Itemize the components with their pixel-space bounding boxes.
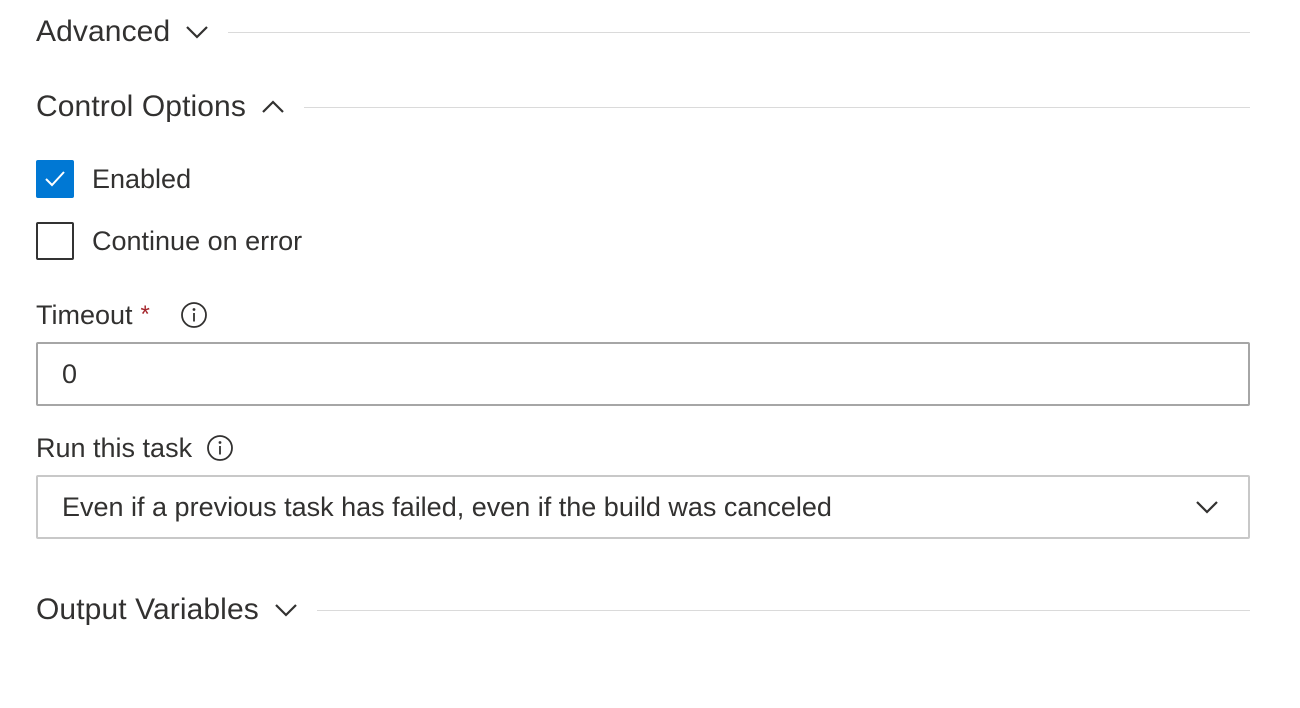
info-icon[interactable]	[206, 434, 234, 462]
advanced-section-header[interactable]: Advanced	[36, 12, 1250, 52]
advanced-section-title: Advanced	[36, 15, 171, 48]
info-icon[interactable]	[180, 301, 208, 329]
timeout-label-row: Timeout *	[36, 297, 208, 333]
checkmark-icon	[45, 171, 65, 187]
timeout-label: Timeout	[36, 299, 133, 330]
continue-on-error-checkbox-row[interactable]: Continue on error	[36, 222, 302, 260]
run-this-task-label: Run this task	[36, 432, 193, 463]
advanced-section-divider	[228, 31, 1250, 33]
output-variables-section-title: Output Variables	[36, 593, 259, 626]
required-marker: *	[140, 301, 150, 328]
enabled-checkbox[interactable]	[36, 160, 74, 198]
control-options-panel: Advanced Control Options Enabled Continu…	[0, 0, 1300, 708]
run-this-task-selected-value: Even if a previous task has failed, even…	[62, 491, 832, 522]
run-this-task-dropdown[interactable]: Even if a previous task has failed, even…	[36, 475, 1250, 539]
chevron-up-icon	[262, 100, 284, 113]
continue-on-error-checkbox-label: Continue on error	[92, 225, 303, 256]
run-this-task-label-row: Run this task	[36, 430, 234, 466]
continue-on-error-checkbox[interactable]	[36, 222, 74, 260]
enabled-checkbox-row[interactable]: Enabled	[36, 160, 191, 198]
control-options-section-header[interactable]: Control Options	[36, 87, 1250, 127]
control-options-section-title: Control Options	[36, 90, 246, 123]
timeout-input[interactable]	[36, 342, 1250, 406]
enabled-checkbox-label: Enabled	[92, 163, 192, 194]
chevron-down-icon	[1196, 501, 1218, 514]
output-variables-section-header[interactable]: Output Variables	[36, 590, 1250, 630]
output-variables-section-divider	[316, 609, 1250, 611]
control-options-section-divider	[303, 106, 1250, 108]
chevron-down-icon	[275, 604, 297, 617]
chevron-down-icon	[186, 26, 209, 39]
